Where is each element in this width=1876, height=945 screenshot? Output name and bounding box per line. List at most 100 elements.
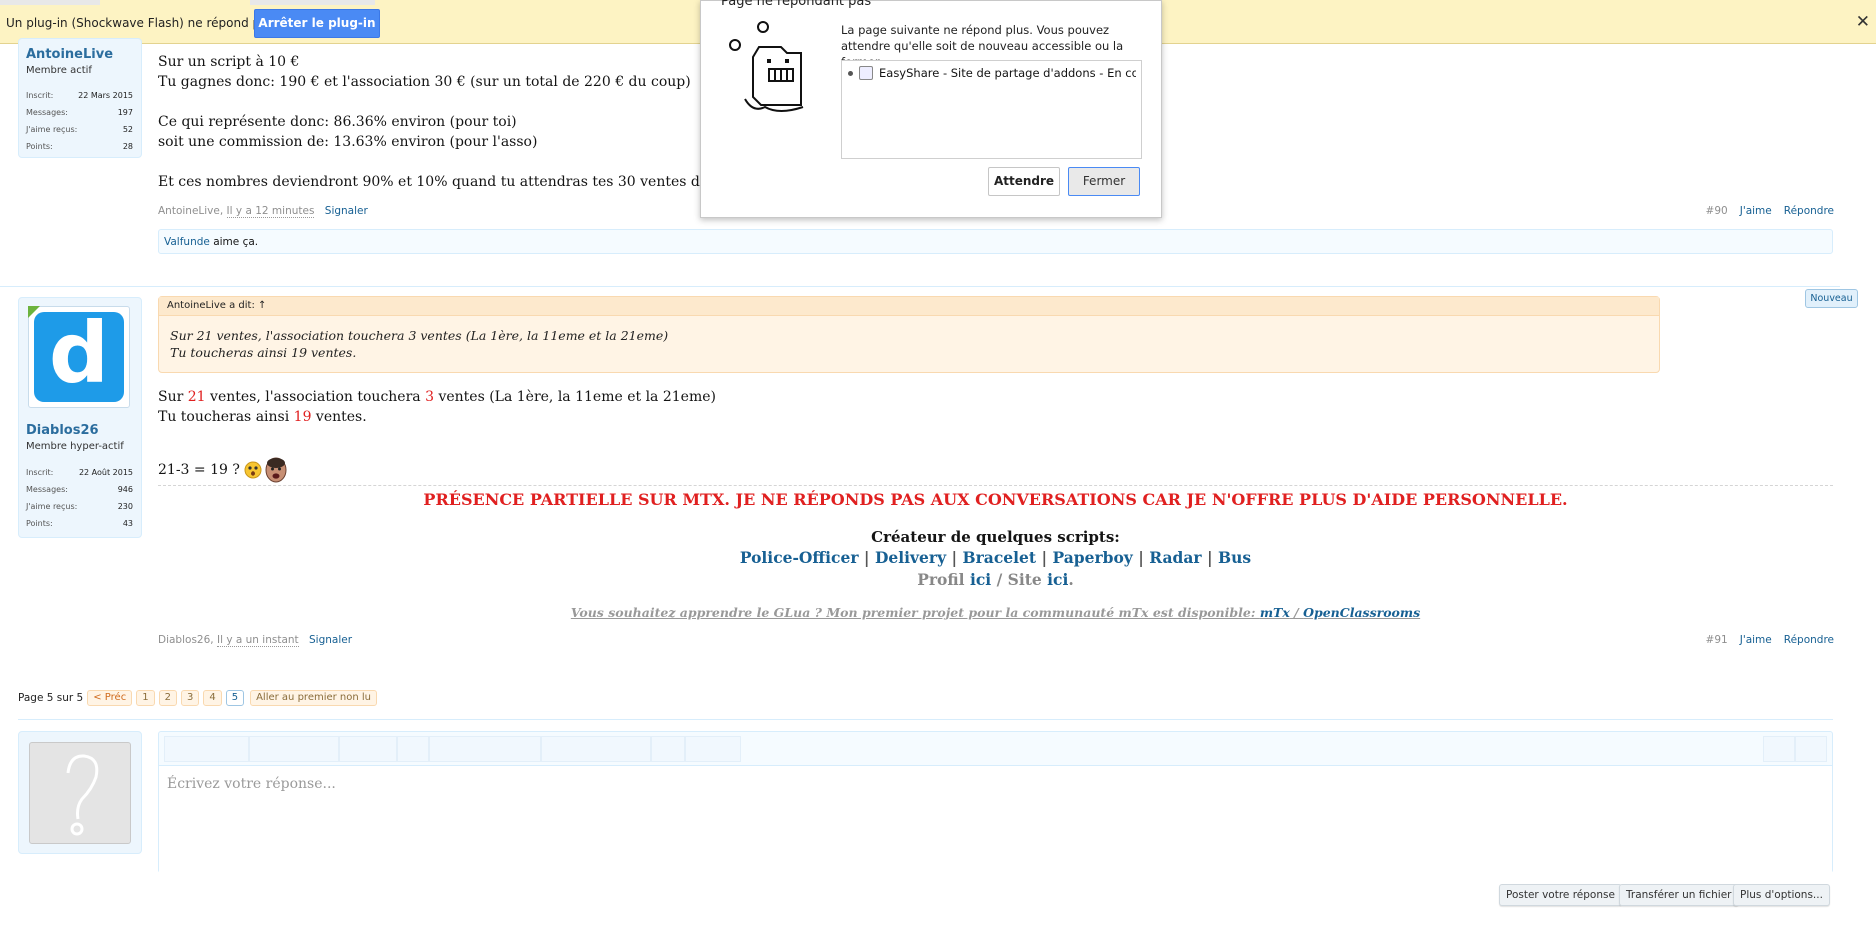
stat-row: Inscrit: 22 Août 2015	[26, 468, 133, 477]
page-link[interactable]: 3	[180, 690, 200, 706]
like-link[interactable]: J'aime	[1740, 205, 1772, 217]
toolbar-group[interactable]	[651, 736, 685, 762]
toolbar-group[interactable]	[1763, 736, 1795, 762]
page-link[interactable]: 4	[203, 690, 222, 706]
online-indicator	[28, 306, 40, 318]
site-link[interactable]: ici	[1047, 570, 1068, 589]
username-link[interactable]: AntoineLive	[26, 47, 113, 62]
stat-row: Messages: 946	[26, 485, 133, 494]
script-link[interactable]: Bracelet	[963, 548, 1037, 567]
reply-link[interactable]: Répondre	[1784, 634, 1834, 646]
report-link[interactable]: Signaler	[309, 634, 352, 646]
reply-link[interactable]: Répondre	[1784, 205, 1834, 217]
toolbar-group[interactable]	[339, 736, 397, 762]
report-link[interactable]: Signaler	[325, 205, 368, 217]
post-time[interactable]: Il y a 12 minutes	[226, 205, 315, 218]
stat-row: J'aime reçus: 52	[26, 125, 133, 134]
username-link[interactable]: Diablos26	[26, 423, 99, 438]
script-link[interactable]: Radar	[1149, 548, 1201, 567]
toolbar-group[interactable]	[164, 736, 249, 762]
signature-creator: Créateur de quelques scripts:	[871, 528, 1120, 546]
post-line: Et ces nombres deviendront 90% et 10% qu…	[158, 174, 753, 190]
upload-file-button[interactable]: Transférer un fichier	[1619, 884, 1739, 906]
page-link[interactable]: 1	[136, 690, 155, 706]
script-link[interactable]: Paperboy	[1052, 548, 1132, 567]
new-badge: Nouveau	[1805, 289, 1858, 308]
unresponsive-page-item[interactable]: EasyShare - Site de partage d'addons - E…	[848, 66, 1136, 80]
frozen-tab-icon	[729, 21, 804, 112]
post-actions: #91 J'aime Répondre	[1694, 634, 1834, 646]
stat-row: Points: 43	[26, 519, 133, 528]
confused-smiley-icon	[244, 461, 262, 479]
signature-profile: Profil ici / Site ici.	[917, 570, 1074, 589]
user-card: AntoineLive Membre actif Inscrit: 22 Mars…	[18, 38, 142, 158]
post-actions: #90 J'aime Répondre	[1694, 205, 1834, 217]
editor-toolbar	[159, 732, 1832, 766]
toolbar-group[interactable]	[429, 736, 541, 762]
wait-button[interactable]: Attendre	[988, 167, 1060, 196]
toolbar-group[interactable]	[397, 736, 429, 762]
post-time[interactable]: Il y a un instant	[216, 634, 299, 647]
avatar-letter: d	[34, 311, 124, 402]
post-body: Sur un script à 10 € Tu gagnes donc: 190…	[158, 52, 752, 192]
page-link[interactable]: 2	[158, 690, 177, 706]
post-author[interactable]: AntoineLive	[158, 205, 220, 217]
reply-textarea[interactable]: Écrivez votre réponse...	[159, 766, 1832, 873]
like-link[interactable]: J'aime	[1740, 634, 1772, 646]
liker-link[interactable]: Valfunde	[164, 236, 210, 248]
more-options-button[interactable]: Plus d'options...	[1733, 884, 1830, 906]
first-unread-button[interactable]: Aller au premier non lu	[250, 690, 378, 706]
post-line: Tu gagnes donc: 190 € et l'association 3…	[158, 74, 691, 90]
post-line: Sur un script à 10 €	[158, 54, 300, 70]
post-meta: AntoineLive, Il y a 12 minutes Signaler	[158, 205, 368, 218]
stat-row: Points: 28	[26, 142, 133, 151]
user-stats: Inscrit: 22 Mars 2015 Messages: 197 J'aime…	[26, 87, 133, 155]
reply-placeholder: Écrivez votre réponse...	[167, 776, 336, 792]
user-title: Membre hyper-actif	[26, 441, 124, 452]
reply-editor: Écrivez votre réponse...	[158, 731, 1833, 873]
stop-plugin-button[interactable]: Arrêter le plug-in	[254, 9, 380, 38]
post-line: Sur 21 ventes, l'association touchera 3 …	[158, 389, 716, 405]
signature-glua: Vous souhaitez apprendre le GLua ? Mon p…	[570, 605, 1421, 620]
quote-block: AntoineLive a dit: ↑ Sur 21 ventes, l'as…	[158, 296, 1660, 373]
close-page-button[interactable]: Fermer	[1068, 167, 1140, 196]
page-unresponsive-dialog: Page ne répondant pas La page suivante n…	[700, 0, 1162, 218]
post-author[interactable]: Diablos26	[158, 634, 210, 646]
openclassrooms-link[interactable]: OpenClassrooms	[1303, 605, 1420, 620]
post-reply-button[interactable]: Poster votre réponse	[1499, 884, 1622, 906]
post-divider	[0, 286, 1840, 287]
prev-page-button[interactable]: < Préc	[87, 690, 133, 706]
toolbar-group[interactable]	[685, 736, 741, 762]
script-link[interactable]: Police-Officer	[740, 548, 859, 567]
reply-avatar	[18, 731, 142, 854]
likes-summary: Valfunde aime ça.	[158, 229, 1833, 254]
stat-row: J'aime reçus: 230	[26, 502, 133, 511]
plugin-message: Un plug-in (Shockwave Flash) ne répond p…	[6, 16, 278, 30]
default-avatar	[29, 742, 131, 844]
script-link[interactable]: Bus	[1218, 548, 1251, 567]
avatar[interactable]: d	[28, 306, 130, 408]
browser-tab-edge	[0, 0, 100, 5]
toolbar-group[interactable]	[541, 736, 651, 762]
toolbar-group[interactable]	[1795, 736, 1827, 762]
profile-link[interactable]: ici	[970, 570, 991, 589]
mtx-link[interactable]: mTx	[1260, 605, 1290, 620]
close-icon[interactable]: ✕	[1856, 12, 1870, 32]
stat-row: Inscrit: 22 Mars 2015	[26, 91, 133, 100]
current-page[interactable]: 5	[225, 690, 245, 706]
divider	[18, 719, 1833, 720]
quote-header[interactable]: AntoineLive a dit: ↑	[159, 297, 1659, 316]
post-meta: Diablos26, Il y a un instant Signaler	[158, 634, 353, 647]
question-mark-icon	[66, 754, 99, 836]
post-number[interactable]: #90	[1706, 205, 1728, 217]
post-line: Ce qui représente donc: 86.36% environ (…	[158, 114, 517, 130]
script-link[interactable]: Delivery	[875, 548, 946, 567]
stat-row: Messages: 197	[26, 108, 133, 117]
toolbar-group[interactable]	[249, 736, 339, 762]
post-line: Tu toucheras ainsi 19 ventes.	[158, 409, 367, 425]
post-body: Sur 21 ventes, l'association touchera 3 …	[158, 387, 716, 427]
post-line: soit une commission de: 13.63% environ (…	[158, 134, 538, 150]
page-favicon-icon	[859, 66, 873, 80]
unresponsive-pages-list: EasyShare - Site de partage d'addons - E…	[841, 60, 1142, 159]
post-number[interactable]: #91	[1706, 634, 1728, 646]
